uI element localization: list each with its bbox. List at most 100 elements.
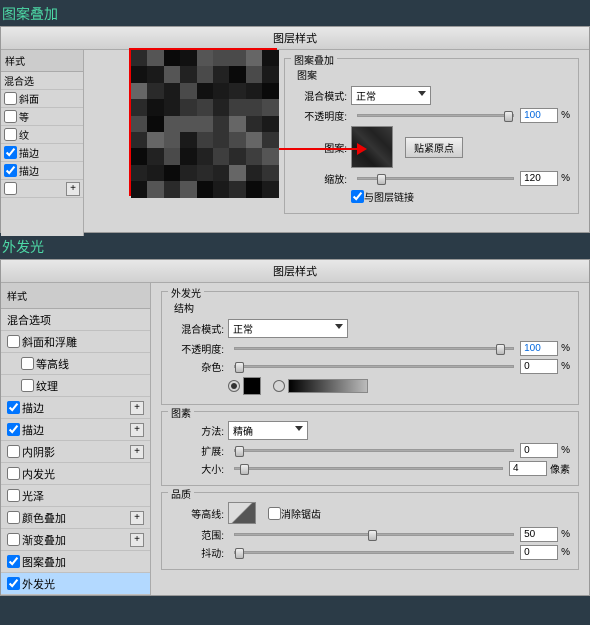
antialias-check[interactable]: [268, 507, 281, 520]
row-opacity: 不透明度: 100 %: [293, 108, 570, 123]
style-row[interactable]: 斜面: [1, 90, 83, 108]
panel-pattern: 图层样式 样式 混合选 斜面 等 纹 描边 描边 + 图案叠加 图案 混合模式:…: [0, 26, 590, 233]
spread-input[interactable]: 0: [520, 443, 558, 458]
style-check[interactable]: [7, 577, 20, 590]
plus-icon[interactable]: +: [130, 445, 144, 459]
method-select[interactable]: 精确: [228, 421, 308, 440]
style-label: 等: [19, 109, 29, 124]
plus-icon[interactable]: +: [66, 182, 80, 196]
row-scale: 缩放: 120 %: [293, 171, 570, 186]
row-range: 范围: 50 %: [170, 527, 570, 542]
style-check[interactable]: [7, 511, 20, 524]
pct: %: [561, 445, 570, 456]
antialias-label: 消除锯齿: [281, 506, 321, 521]
style-label: 图案叠加: [22, 554, 66, 570]
style-label: 描边: [19, 163, 39, 178]
style-row[interactable]: 描边: [1, 144, 83, 162]
label: 不透明度:: [170, 341, 224, 356]
section-glow-label: 外发光: [0, 233, 590, 259]
style-label: 斜面和浮雕: [22, 334, 77, 350]
style-row[interactable]: 纹: [1, 126, 83, 144]
style-check[interactable]: [4, 128, 17, 141]
blendmode-select[interactable]: 正常: [228, 319, 348, 338]
style-check[interactable]: [21, 379, 34, 392]
size-input[interactable]: 4: [509, 461, 547, 476]
contour-picker[interactable]: [228, 502, 256, 524]
plus-icon[interactable]: +: [130, 511, 144, 525]
style-label: 等高线: [36, 356, 69, 372]
style-row[interactable]: 描边: [1, 162, 83, 180]
style-row[interactable]: 颜色叠加 +: [1, 507, 150, 529]
row-pattern: 图案: 贴紧原点: [293, 126, 570, 168]
gradient-swatch[interactable]: [288, 379, 368, 393]
style-check[interactable]: [21, 357, 34, 370]
color-swatch[interactable]: [243, 377, 261, 395]
style-list-header: 样式: [1, 283, 150, 309]
style-row[interactable]: 等高线: [1, 353, 150, 375]
style-row[interactable]: 描边+: [1, 397, 150, 419]
label: 范围:: [170, 527, 224, 542]
panel-title: 图层样式: [1, 260, 589, 283]
radio-gradient[interactable]: [273, 380, 285, 392]
plus-icon[interactable]: +: [130, 533, 144, 547]
style-row[interactable]: 纹理: [1, 375, 150, 397]
style-check[interactable]: [4, 182, 17, 195]
style-label: 纹: [19, 127, 29, 142]
opacity-input[interactable]: 100: [520, 341, 558, 356]
sub-title: 图案: [297, 67, 570, 82]
plus-icon[interactable]: +: [130, 401, 144, 415]
jitter-slider[interactable]: [234, 551, 514, 554]
style-label: 颜色叠加: [22, 510, 66, 526]
style-row[interactable]: 混合选: [1, 72, 83, 90]
style-check[interactable]: [7, 489, 20, 502]
style-row[interactable]: 外发光: [1, 573, 150, 595]
style-row[interactable]: 斜面和浮雕: [1, 331, 150, 353]
plus-icon[interactable]: +: [130, 423, 144, 437]
row-link: 与图层链接: [293, 189, 570, 204]
style-check[interactable]: [7, 467, 20, 480]
opacity-slider[interactable]: [357, 114, 514, 117]
style-check[interactable]: [7, 555, 20, 568]
opacity-slider[interactable]: [234, 347, 514, 350]
range-input[interactable]: 50: [520, 527, 558, 542]
jitter-input[interactable]: 0: [520, 545, 558, 560]
style-check[interactable]: [7, 445, 20, 458]
style-check[interactable]: [4, 146, 17, 159]
style-row[interactable]: 内阴影+: [1, 441, 150, 463]
style-check[interactable]: [4, 92, 17, 105]
style-check[interactable]: [7, 533, 20, 546]
noise-input[interactable]: 0: [520, 359, 558, 374]
style-row[interactable]: 光泽: [1, 485, 150, 507]
label: 杂色:: [170, 359, 224, 374]
row-blendmode: 混合模式: 正常: [293, 86, 570, 105]
pct: %: [561, 173, 570, 184]
pct: %: [561, 343, 570, 354]
style-check[interactable]: [4, 164, 17, 177]
style-label: 斜面: [19, 91, 39, 106]
noise-slider[interactable]: [234, 365, 514, 368]
style-row[interactable]: +: [1, 180, 83, 198]
snap-button[interactable]: 贴紧原点: [405, 137, 463, 158]
size-slider[interactable]: [234, 467, 503, 470]
range-slider[interactable]: [234, 533, 514, 536]
style-check[interactable]: [7, 423, 20, 436]
pattern-zoom-preview: (function(){const c=document.currentScri…: [129, 48, 277, 196]
style-row[interactable]: 内发光: [1, 463, 150, 485]
group-title: 品质: [168, 486, 194, 501]
style-row[interactable]: 图案叠加: [1, 551, 150, 573]
style-check[interactable]: [7, 401, 20, 414]
style-check[interactable]: [7, 335, 20, 348]
radio-solid[interactable]: [228, 380, 240, 392]
label: 扩展:: [170, 443, 224, 458]
style-row[interactable]: 混合选项: [1, 309, 150, 331]
style-check[interactable]: [4, 110, 17, 123]
link-check[interactable]: [351, 190, 364, 203]
scale-slider[interactable]: [357, 177, 514, 180]
style-row[interactable]: 渐变叠加+: [1, 529, 150, 551]
style-row[interactable]: 描边+: [1, 419, 150, 441]
spread-slider[interactable]: [234, 449, 514, 452]
blendmode-select[interactable]: 正常: [351, 86, 431, 105]
style-row[interactable]: 等: [1, 108, 83, 126]
opacity-input[interactable]: 100: [520, 108, 558, 123]
scale-input[interactable]: 120: [520, 171, 558, 186]
